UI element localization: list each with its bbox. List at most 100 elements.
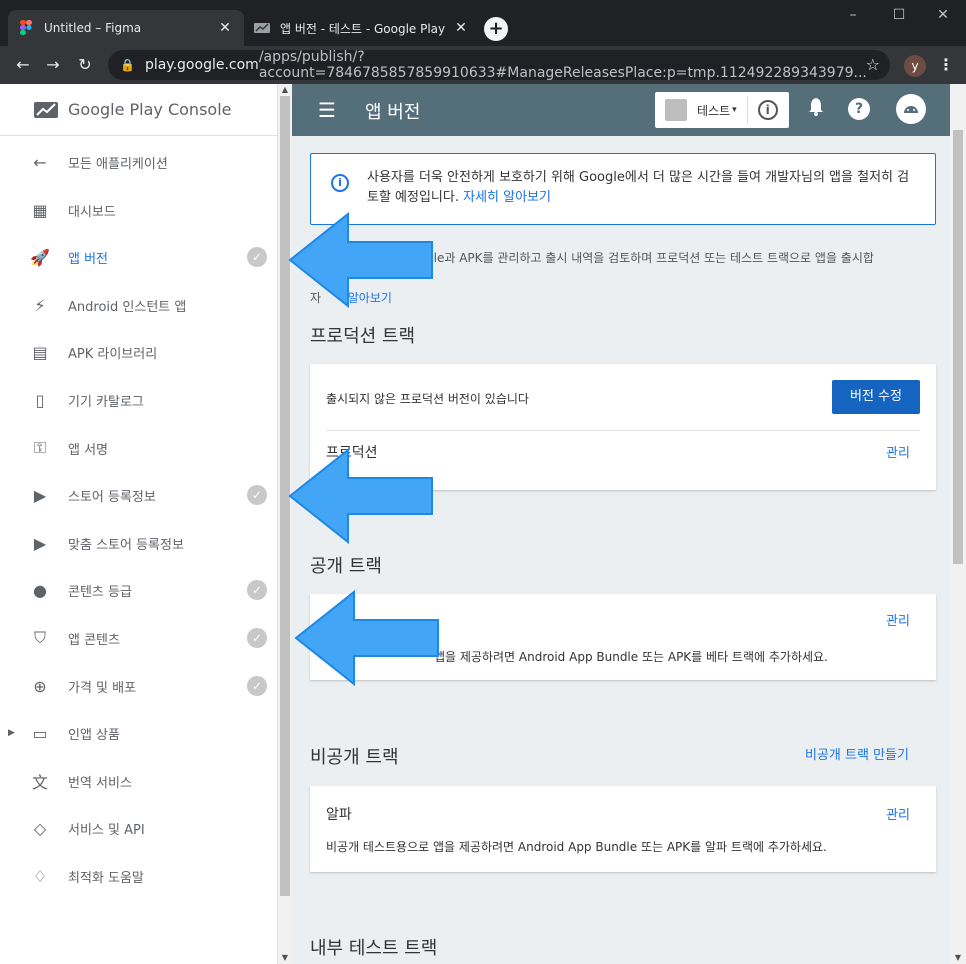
sidebar-item[interactable]: ▶ ▭ 인앱 상품 <box>0 711 278 755</box>
bolt-icon: ⚡ <box>34 295 46 315</box>
android-app-icon <box>665 99 687 121</box>
sidebar-item[interactable]: ◇ 서비스 및 API <box>0 806 278 850</box>
url-path: /apps/publish/?account=78467858578599106… <box>258 49 867 81</box>
open-track-desc: 앱을 제공하려면 Android App Bundle 또는 APK를 베타 트… <box>434 650 828 664</box>
back-icon[interactable]: ← <box>10 52 36 78</box>
tab-figma[interactable]: Untitled – Figma ✕ <box>8 10 244 46</box>
arrow-left-icon: ← <box>33 152 47 172</box>
alpha-track-desc: 비공개 테스트용으로 앱을 제공하려면 Android App Bundle 또… <box>326 840 827 854</box>
shield-icon: ⛉ <box>33 628 46 647</box>
check-circle-icon: ✓ <box>247 247 267 267</box>
open-section-title: 공개 트랙 <box>310 556 382 577</box>
sidebar-item-label: 앱 콘텐츠 <box>68 632 120 648</box>
url-host: play.google.com <box>144 57 259 73</box>
translate-icon: 文 <box>31 773 48 792</box>
annotation-arrow-icon <box>288 447 433 545</box>
chevron-down-icon: ▾ <box>732 105 737 115</box>
custom-store-icon: ▶ <box>33 533 47 553</box>
notice-learn-more-link[interactable]: 자세히 알아보기 <box>463 190 551 205</box>
key-icon: ⚿ <box>33 438 47 457</box>
sidebar-item-label: 서비스 및 API <box>68 822 145 838</box>
close-window-icon[interactable]: ✕ <box>920 0 966 30</box>
internal-section-title: 내부 테스트 트랙 <box>310 938 438 959</box>
minimize-icon[interactable]: – <box>830 0 876 30</box>
notifications-bell-icon[interactable] <box>808 98 824 121</box>
app-info-icon[interactable]: i <box>757 100 778 120</box>
app-selector[interactable]: 테스트 ▾ i <box>655 92 789 128</box>
check-circle-icon: ✓ <box>247 580 267 600</box>
main-scroll-thumb[interactable] <box>953 130 963 564</box>
closed-section-title: 비공개 트랙 <box>310 747 399 768</box>
api-icon: ◇ <box>33 818 47 838</box>
scroll-up-icon[interactable]: ▲ <box>278 84 292 96</box>
app-name: 테스트 <box>697 103 731 118</box>
sidebar-item-label: 앱 서명 <box>68 442 109 458</box>
browser-toolbar: ← → ↻ 🔒 play.google.com/apps/publish/?ac… <box>0 46 966 84</box>
production-section-title: 프로덕션 트랙 <box>310 326 416 347</box>
tab-close-icon[interactable]: ✕ <box>216 20 234 36</box>
account-avatar[interactable] <box>896 94 926 124</box>
dashboard-icon: ▦ <box>32 200 48 220</box>
main-scrollbar[interactable]: ▼ <box>950 84 966 964</box>
sidebar-item[interactable]: ▶ 맞춤 스토어 등록정보 <box>0 521 278 565</box>
globe-icon: ⊕ <box>33 676 47 696</box>
sidebar-item-label: Android 인스턴트 앱 <box>68 299 187 315</box>
scroll-down-icon[interactable]: ▼ <box>278 952 292 964</box>
address-bar[interactable]: 🔒 play.google.com/apps/publish/?account=… <box>108 49 890 81</box>
sidebar-item-label: 인앱 상품 <box>68 727 120 743</box>
hamburger-menu-icon[interactable]: ☰ <box>318 98 336 122</box>
sidebar-item-label: 앱 버전 <box>68 251 109 267</box>
sidebar-item-label: APK 라이브러리 <box>68 346 158 362</box>
app-bar: ☰ 앱 버전 테스트 ▾ i ? <box>292 84 950 136</box>
sidebar-item[interactable]: ▶ 스토어 등록정보 ✓ <box>0 473 278 517</box>
forward-icon[interactable]: → <box>40 52 66 78</box>
bookmark-star-icon[interactable]: ☆ <box>866 55 880 74</box>
sidebar-item[interactable]: ⛉ 앱 콘텐츠 ✓ <box>0 616 278 660</box>
sidebar-item[interactable]: ▦ 대시보드 <box>0 188 278 232</box>
sidebar-item[interactable]: ⊕ 가격 및 배포 ✓ <box>0 664 278 708</box>
alpha-manage-link[interactable]: 관리 <box>886 804 910 823</box>
sidebar-item-label: 기기 카탈로그 <box>68 394 144 410</box>
reload-icon[interactable]: ↻ <box>72 52 98 78</box>
rating-icon: ● <box>33 580 47 600</box>
new-tab-button[interactable]: + <box>484 17 508 41</box>
tab-google-play[interactable]: 앱 버전 - 테스트 - Google Play ✕ <box>244 10 480 46</box>
figma-icon <box>18 20 34 36</box>
lightbulb-icon: ♢ <box>32 866 48 886</box>
production-manage-link[interactable]: 관리 <box>886 442 910 461</box>
create-closed-track-link[interactable]: 비공개 트랙 만들기 <box>805 744 909 763</box>
card-icon: ▭ <box>32 723 48 743</box>
sidebar-item-label: 콘텐츠 등급 <box>68 584 132 600</box>
play-console-icon <box>254 20 270 36</box>
help-icon[interactable]: ? <box>848 98 870 120</box>
console-brand[interactable]: Google Play Console <box>0 84 277 136</box>
browser-titlebar: Untitled – Figma ✕ 앱 버전 - 테스트 - Google P… <box>0 0 966 46</box>
lock-icon: 🔒 <box>120 58 135 72</box>
sidebar-item-label: 가격 및 배포 <box>68 680 137 696</box>
edit-release-button[interactable]: 버전 수정 <box>832 380 920 414</box>
expand-icon[interactable]: ▶ <box>8 728 15 738</box>
sidebar-item[interactable]: ▯ 기기 카탈로그 <box>0 378 278 422</box>
browser-menu-icon[interactable]: ⋮ <box>936 52 956 78</box>
sidebar-item-label: 맞춤 스토어 등록정보 <box>68 537 184 553</box>
annotation-arrow-icon <box>288 211 433 309</box>
sidebar-item[interactable]: 🚀 앱 버전 ✓ <box>0 235 278 279</box>
open-manage-link[interactable]: 관리 <box>886 610 910 629</box>
check-circle-icon: ✓ <box>247 628 267 648</box>
maximize-icon[interactable]: ☐ <box>876 0 922 30</box>
sidebar-item-label: 스토어 등록정보 <box>68 489 156 505</box>
profile-avatar[interactable]: y <box>904 55 926 77</box>
tab-title: 앱 버전 - 테스트 - Google Play <box>280 21 446 36</box>
sidebar-item-label: 최적화 도움말 <box>68 870 144 886</box>
sidebar-item[interactable]: ▤ APK 라이브러리 <box>0 330 278 374</box>
sidebar-item[interactable]: ← 모든 애플리케이션 <box>0 140 278 184</box>
divider <box>326 430 920 431</box>
sidebar-item[interactable]: ● 콘텐츠 등급 ✓ <box>0 568 278 612</box>
sidebar-item[interactable]: ⚿ 앱 서명 <box>0 426 278 470</box>
sidebar-item[interactable]: ⚡ Android 인스턴트 앱 <box>0 283 278 327</box>
scroll-down-icon[interactable]: ▼ <box>950 953 966 962</box>
tab-close-icon[interactable]: ✕ <box>452 20 470 36</box>
sidebar-item[interactable]: 文 번역 서비스 <box>0 759 278 803</box>
tab-title: Untitled – Figma <box>44 21 142 35</box>
sidebar-item[interactable]: ♢ 최적화 도움말 <box>0 854 278 898</box>
